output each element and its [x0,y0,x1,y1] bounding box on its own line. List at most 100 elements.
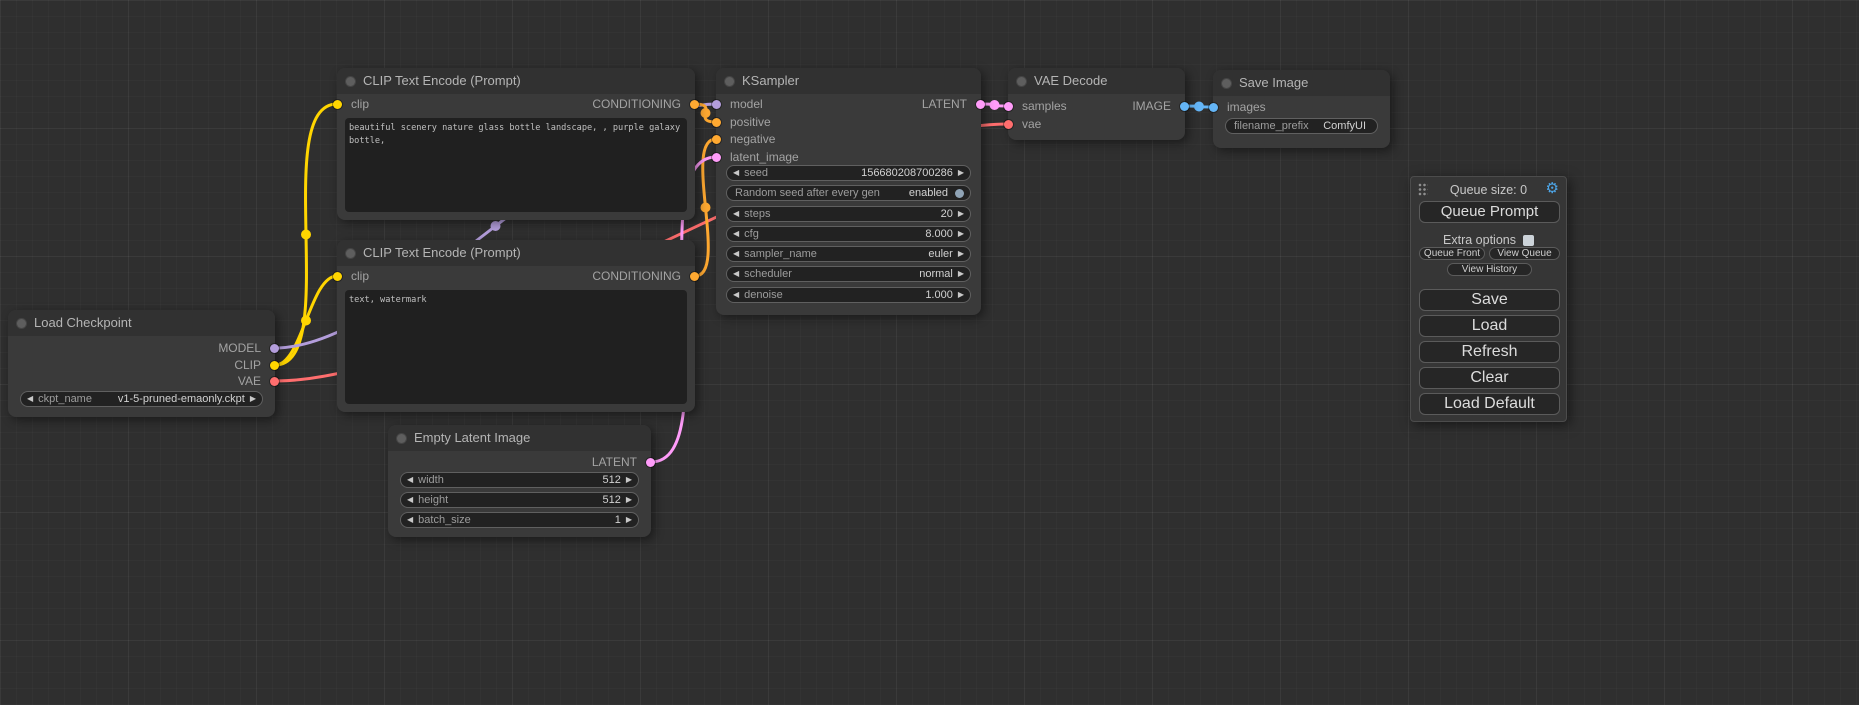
node-title-bar[interactable]: Load Checkpoint [8,310,275,336]
widget-filename-prefix[interactable]: filename_prefix ComfyUI [1225,118,1378,134]
widget-batch-size[interactable]: ◀ batch_size 1 ▶ [400,512,639,528]
prev-arrow-icon[interactable]: ◀ [733,270,739,278]
link-clip-to-negative-prompt[interactable] [275,276,337,365]
toggle-icon[interactable] [955,189,964,198]
input-dot-images[interactable] [1209,103,1218,112]
output-dot-conditioning[interactable] [690,272,699,281]
decrement-arrow-icon[interactable]: ◀ [733,230,739,238]
input-dot-latent-image[interactable] [712,153,721,162]
next-arrow-icon[interactable]: ▶ [958,250,964,258]
load-default-button[interactable]: Load Default [1419,393,1560,415]
decrement-arrow-icon[interactable]: ◀ [407,476,413,484]
collapse-dot-icon[interactable] [1017,77,1026,86]
decrement-arrow-icon[interactable]: ◀ [407,516,413,524]
node-empty-latent-image[interactable]: Empty Latent Image LATENT ◀ width 512 ▶ … [388,425,651,537]
node-save-image[interactable]: Save Image images filename_prefix ComfyU… [1213,70,1390,148]
output-slot-vae: VAE [238,373,275,389]
output-dot-latent[interactable] [976,100,985,109]
node-title-bar[interactable]: Empty Latent Image [388,425,651,451]
output-dot-model[interactable] [270,344,279,353]
settings-gear-icon[interactable]: ⚙ [1546,180,1559,197]
widget-random-seed-toggle[interactable]: Random seed after every gen enabled [726,185,971,201]
widget-value: euler [928,248,952,260]
output-dot-conditioning[interactable] [690,100,699,109]
output-dot-vae[interactable] [270,377,279,386]
widget-seed[interactable]: ◀ seed 156680208700286 ▶ [726,165,971,181]
increment-arrow-icon[interactable]: ▶ [958,230,964,238]
queue-menu-panel[interactable]: Queue size: 0 ⚙ Queue Prompt Extra optio… [1410,176,1567,422]
collapse-dot-icon[interactable] [17,319,26,328]
link-midpoint-dot-model-to-ksampler[interactable] [491,221,501,231]
collapse-dot-icon[interactable] [725,77,734,86]
prompt-textarea[interactable]: beautiful scenery nature glass bottle la… [345,118,687,212]
increment-arrow-icon[interactable]: ▶ [958,169,964,177]
widget-value: 1.000 [925,289,953,301]
prev-arrow-icon[interactable]: ◀ [733,250,739,258]
queue-front-button[interactable]: Queue Front [1419,247,1485,260]
link-midpoint-dot-ksampler-latent-to-vae-decode[interactable] [990,100,1000,110]
link-midpoint-dot-positive-conditioning-to-ksampler[interactable] [701,108,711,118]
link-midpoint-dot-image-to-save-image[interactable] [1194,102,1204,112]
node-clip-text-encode-positive[interactable]: CLIP Text Encode (Prompt) clip CONDITION… [337,68,695,220]
link-clip-to-positive-prompt[interactable] [275,104,337,365]
widget-denoise[interactable]: ◀ denoise 1.000 ▶ [726,287,971,303]
widget-cfg[interactable]: ◀ cfg 8.000 ▶ [726,226,971,242]
node-title-bar[interactable]: VAE Decode [1008,68,1185,94]
next-arrow-icon[interactable]: ▶ [958,270,964,278]
node-title-bar[interactable]: CLIP Text Encode (Prompt) [337,68,695,94]
graph-canvas[interactable]: Load Checkpoint MODEL CLIP VAE ◀ ckpt_na… [0,0,1859,705]
collapse-dot-icon[interactable] [346,77,355,86]
decrement-arrow-icon[interactable]: ◀ [733,291,739,299]
input-slot-model: model [716,96,763,112]
widget-width[interactable]: ◀ width 512 ▶ [400,472,639,488]
node-title-bar[interactable]: KSampler [716,68,981,94]
node-load-checkpoint[interactable]: Load Checkpoint MODEL CLIP VAE ◀ ckpt_na… [8,310,275,417]
increment-arrow-icon[interactable]: ▶ [958,291,964,299]
output-dot-image[interactable] [1180,102,1189,111]
widget-ckpt-name[interactable]: ◀ ckpt_name v1-5-pruned-emaonly.ckpt ▶ [20,391,263,407]
input-dot-clip[interactable] [333,272,342,281]
input-dot-vae[interactable] [1004,120,1013,129]
input-dot-clip[interactable] [333,100,342,109]
view-history-button[interactable]: View History [1447,263,1532,276]
decrement-arrow-icon[interactable]: ◀ [407,496,413,504]
widget-height[interactable]: ◀ height 512 ▶ [400,492,639,508]
next-arrow-icon[interactable]: ▶ [250,395,256,403]
input-dot-model[interactable] [712,100,721,109]
collapse-dot-icon[interactable] [346,249,355,258]
collapse-dot-icon[interactable] [1222,79,1231,88]
widget-steps[interactable]: ◀ steps 20 ▶ [726,206,971,222]
slot-label: CLIP [234,358,261,372]
prompt-textarea[interactable]: text, watermark [345,290,687,404]
increment-arrow-icon[interactable]: ▶ [626,496,632,504]
node-ksampler[interactable]: KSampler model positive negative latent_… [716,68,981,315]
collapse-dot-icon[interactable] [397,434,406,443]
refresh-button[interactable]: Refresh [1419,341,1560,363]
node-clip-text-encode-negative[interactable]: CLIP Text Encode (Prompt) clip CONDITION… [337,240,695,412]
widget-sampler-name[interactable]: ◀ sampler_name euler ▶ [726,246,971,262]
input-dot-positive[interactable] [712,118,721,127]
input-dot-samples[interactable] [1004,102,1013,111]
output-dot-latent[interactable] [646,458,655,467]
increment-arrow-icon[interactable]: ▶ [626,516,632,524]
link-midpoint-dot-negative-conditioning-to-ksampler[interactable] [701,203,711,213]
input-dot-negative[interactable] [712,135,721,144]
node-title-bar[interactable]: CLIP Text Encode (Prompt) [337,240,695,266]
widget-scheduler[interactable]: ◀ scheduler normal ▶ [726,266,971,282]
decrement-arrow-icon[interactable]: ◀ [733,169,739,177]
link-midpoint-dot-clip-to-negative-prompt[interactable] [301,316,311,326]
prev-arrow-icon[interactable]: ◀ [27,395,33,403]
save-button[interactable]: Save [1419,289,1560,311]
increment-arrow-icon[interactable]: ▶ [958,210,964,218]
view-queue-button[interactable]: View Queue [1489,247,1560,260]
increment-arrow-icon[interactable]: ▶ [626,476,632,484]
node-vae-decode[interactable]: VAE Decode samples vae IMAGE [1008,68,1185,140]
clear-button[interactable]: Clear [1419,367,1560,389]
extra-options-checkbox[interactable] [1523,235,1534,246]
queue-prompt-button[interactable]: Queue Prompt [1419,201,1560,223]
decrement-arrow-icon[interactable]: ◀ [733,210,739,218]
output-dot-clip[interactable] [270,361,279,370]
load-button[interactable]: Load [1419,315,1560,337]
node-title-bar[interactable]: Save Image [1213,70,1390,96]
link-midpoint-dot-clip-to-positive-prompt[interactable] [301,230,311,240]
